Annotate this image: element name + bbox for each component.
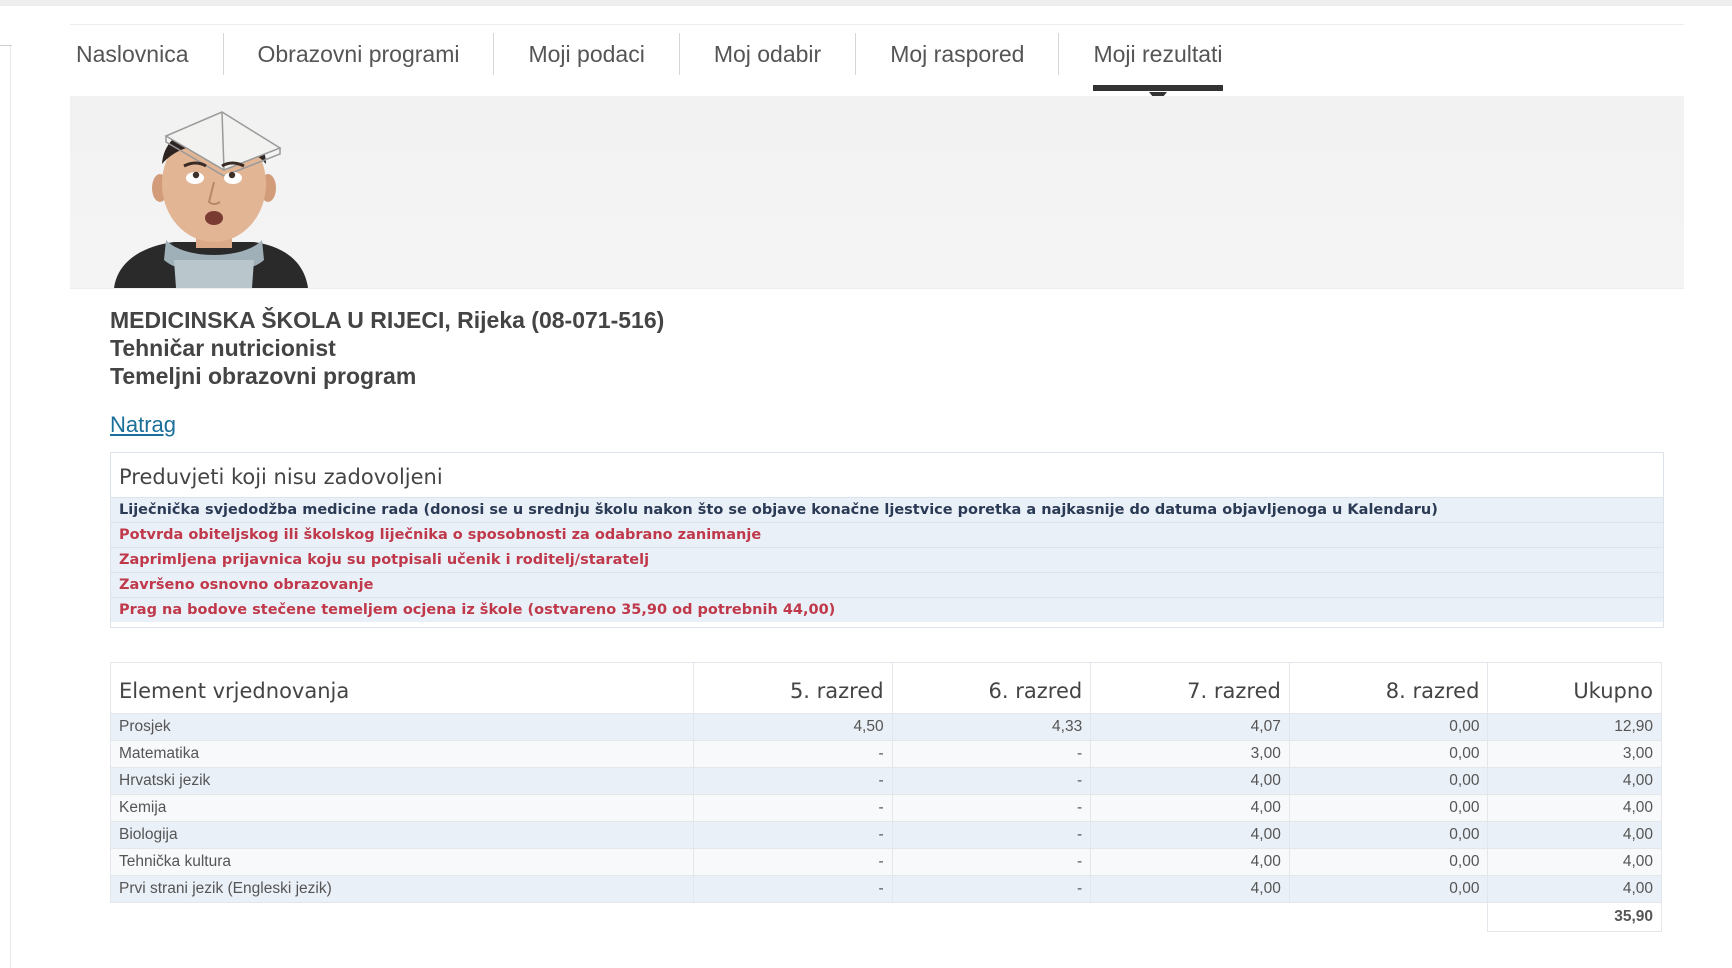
cell-grade-5: -	[693, 740, 893, 768]
nav-tab[interactable]: Naslovnica	[70, 33, 224, 75]
top-strip	[0, 0, 1732, 6]
cell-total: 4,00	[1487, 848, 1662, 876]
nav-tab[interactable]: Obrazovni programi	[224, 33, 495, 75]
cell-grade-6: -	[891, 848, 1092, 876]
cell-grade-6: -	[891, 740, 1092, 768]
col-header-element: Element vrjednovanja	[110, 662, 694, 714]
col-header-grade-8: 8. razred	[1288, 662, 1489, 714]
table-row: Kemija - - 4,00 0,00 4,00	[110, 794, 1662, 822]
nav-tab-label: Moji rezultati	[1093, 40, 1223, 67]
cell-grade-7: 3,00	[1090, 740, 1290, 768]
cell-grade-7: 4,00	[1090, 794, 1290, 822]
cell-element: Prosjek	[110, 713, 694, 741]
nav-tab-label: Obrazovni programi	[257, 40, 460, 67]
table-row: Biologija - - 4,00 0,00 4,00	[110, 821, 1662, 849]
cell-grade-5: -	[693, 821, 893, 849]
nav-tab[interactable]: Moji rezultati	[1059, 33, 1256, 103]
cell-grade-6: -	[891, 875, 1092, 903]
cell-grade-8: 0,00	[1288, 875, 1489, 903]
nav-tab[interactable]: Moji podaci	[494, 33, 680, 75]
program-name: Tehničar nutricionist	[110, 335, 336, 361]
cell-grade-8: 0,00	[1288, 848, 1489, 876]
table-row: Prvi strani jezik (Engleski jezik) - - 4…	[110, 875, 1662, 903]
cell-grade-8: 0,00	[1288, 821, 1489, 849]
cell-grade-8: 0,00	[1288, 740, 1489, 768]
col-header-grade-6: 6. razred	[891, 662, 1092, 714]
cell-grade-8: 0,00	[1288, 767, 1489, 795]
cell-grade-5: -	[693, 875, 893, 903]
col-header-grade-5: 5. razred	[693, 662, 893, 714]
cell-grade-7: 4,00	[1090, 875, 1290, 903]
cell-total: 3,00	[1487, 740, 1662, 768]
total-spacer	[1090, 902, 1290, 932]
header-banner	[70, 96, 1684, 289]
cell-element: Prvi strani jezik (Engleski jezik)	[110, 875, 694, 903]
cell-element: Matematika	[110, 740, 694, 768]
total-spacer	[110, 902, 694, 932]
cell-grade-6: -	[891, 821, 1092, 849]
table-row: Prosjek 4,50 4,33 4,07 0,00 12,90	[110, 713, 1662, 741]
left-divider	[10, 46, 11, 968]
active-tab-underline	[1093, 85, 1223, 91]
nav-tab-label: Naslovnica	[76, 40, 189, 67]
cell-total: 4,00	[1487, 767, 1662, 795]
prerequisite-item: Potvrda obiteljskog ili školskog liječni…	[111, 522, 1663, 547]
table-row: Hrvatski jezik - - 4,00 0,00 4,00	[110, 767, 1662, 795]
grand-total-value: 35,90	[1487, 902, 1662, 932]
cell-grade-5: -	[693, 848, 893, 876]
cell-total: 4,00	[1487, 875, 1662, 903]
prerequisite-item: Liječnička svjedodžba medicine rada (don…	[111, 497, 1663, 522]
cell-element: Tehnička kultura	[110, 848, 694, 876]
unmet-prerequisites-panel: Preduvjeti koji nisu zadovoljeni Liječni…	[110, 452, 1664, 628]
back-link[interactable]: Natrag	[110, 412, 176, 438]
total-spacer	[693, 902, 893, 932]
cell-grade-6: -	[891, 794, 1092, 822]
cell-element: Hrvatski jezik	[110, 767, 694, 795]
nav-tab[interactable]: Moj raspored	[856, 33, 1060, 75]
col-header-grade-7: 7. razred	[1090, 662, 1290, 714]
cell-grade-8: 0,00	[1288, 713, 1489, 741]
cell-grade-6: 4,33	[891, 713, 1092, 741]
cell-element: Kemija	[110, 794, 694, 822]
prerequisite-item: Zaprimljena prijavnica koju su potpisali…	[111, 547, 1663, 572]
col-header-total: Ukupno	[1487, 662, 1662, 714]
cell-grade-6: -	[891, 767, 1092, 795]
nav-tab-label: Moj odabir	[713, 40, 822, 67]
student-avatar-icon	[114, 111, 308, 288]
total-row: 35,90	[110, 902, 1662, 932]
main-nav: Naslovnica Obrazovni programi Moji podaci M…	[70, 24, 1684, 103]
prerequisite-item: Završeno osnovno obrazovanje	[111, 572, 1663, 597]
cell-grade-5: -	[693, 794, 893, 822]
prerequisite-item: Prag na bodove stečene temeljem ocjena i…	[111, 597, 1663, 622]
nav-tab-label: Moji podaci	[528, 40, 645, 67]
nav-tab[interactable]: Moj odabir	[680, 33, 857, 75]
cell-grade-7: 4,00	[1090, 767, 1290, 795]
cell-total: 12,90	[1487, 713, 1662, 741]
cell-total: 4,00	[1487, 821, 1662, 849]
total-spacer	[1289, 902, 1488, 932]
cell-grade-7: 4,07	[1090, 713, 1290, 741]
school-info: MEDICINSKA ŠKOLA U RIJECI, Rijeka (08-07…	[110, 306, 664, 390]
cell-grade-5: -	[693, 767, 893, 795]
cell-grade-8: 0,00	[1288, 794, 1489, 822]
table-row: Tehnička kultura - - 4,00 0,00 4,00	[110, 848, 1662, 876]
program-type: Temeljni obrazovni program	[110, 363, 417, 389]
school-name: MEDICINSKA ŠKOLA U RIJECI, Rijeka (08-07…	[110, 307, 665, 333]
page: Naslovnica Obrazovni programi Moji podaci M…	[0, 0, 1732, 968]
nav-tab-label: Moj raspored	[890, 40, 1025, 67]
cell-grade-5: 4,50	[693, 713, 893, 741]
total-spacer	[892, 902, 1091, 932]
cell-grade-7: 4,00	[1090, 821, 1290, 849]
results-table: Element vrjednovanja 5. razred 6. razred…	[110, 662, 1662, 932]
table-row: Matematika - - 3,00 0,00 3,00	[110, 740, 1662, 768]
prerequisites-title: Preduvjeti koji nisu zadovoljeni	[119, 465, 443, 489]
cell-grade-7: 4,00	[1090, 848, 1290, 876]
results-header-row: Element vrjednovanja 5. razred 6. razred…	[110, 662, 1662, 714]
cell-total: 4,00	[1487, 794, 1662, 822]
cell-element: Biologija	[110, 821, 694, 849]
